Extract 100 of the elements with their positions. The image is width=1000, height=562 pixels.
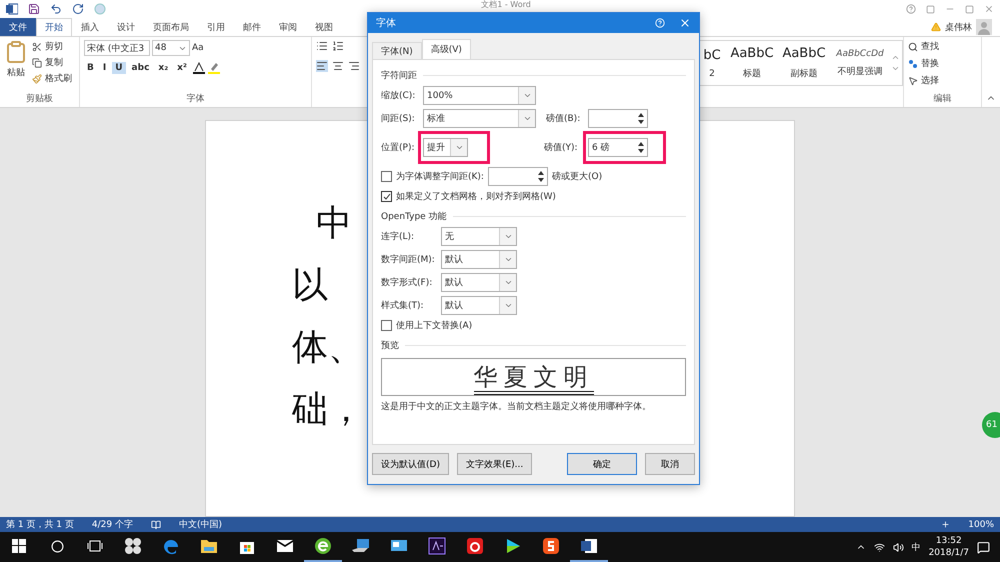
- position-select[interactable]: 提升: [423, 138, 468, 157]
- format-button[interactable]: x²: [174, 62, 190, 74]
- align-left-icon[interactable]: [316, 60, 328, 72]
- clock-date: 2018/1/7: [928, 547, 969, 559]
- monitor-icon[interactable]: [390, 538, 408, 554]
- save-icon[interactable]: [28, 3, 40, 15]
- style-name[interactable]: 副标题: [790, 67, 818, 80]
- format-button[interactable]: B: [84, 62, 97, 74]
- ribbon-display-icon[interactable]: [926, 4, 935, 14]
- format-painter-button[interactable]: 格式刷: [32, 72, 72, 85]
- checkbox[interactable]: [381, 171, 392, 182]
- kerning-field[interactable]: [488, 167, 548, 186]
- redo-icon[interactable]: [72, 3, 84, 15]
- dialog-button[interactable]: 文字效果(E)...: [456, 453, 532, 475]
- style-sample[interactable]: bC: [703, 48, 721, 62]
- start-icon[interactable]: [12, 539, 26, 553]
- dialog-tab[interactable]: 字体(N): [372, 42, 422, 59]
- ribbon-tab[interactable]: 设计: [108, 18, 144, 36]
- checkbox[interactable]: [381, 191, 392, 202]
- spacing-points-field[interactable]: [588, 109, 648, 128]
- zoom-in-icon[interactable]: [941, 520, 950, 529]
- spin-arrows-icon[interactable]: [536, 169, 545, 184]
- document-app-icon[interactable]: [580, 537, 598, 555]
- align-right-icon[interactable]: [348, 60, 360, 72]
- word-logo-icon[interactable]: [6, 3, 18, 15]
- proofing-icon[interactable]: [150, 520, 161, 530]
- style-sample[interactable]: AaBbC: [782, 46, 826, 61]
- envelope-icon[interactable]: [276, 539, 294, 553]
- volume-icon[interactable]: [892, 542, 904, 552]
- select-button[interactable]: 选择: [908, 74, 939, 87]
- spin-arrows-icon[interactable]: [637, 140, 645, 155]
- play-icon[interactable]: [504, 537, 522, 555]
- style-name[interactable]: 标题: [743, 67, 761, 80]
- spin-arrows-icon[interactable]: [637, 111, 645, 126]
- checkbox-label: 为字体调整字间距(K):: [396, 170, 484, 183]
- close-icon[interactable]: [984, 4, 994, 14]
- scale-select[interactable]: 100%: [423, 86, 536, 105]
- opentype-select[interactable]: 默认: [441, 250, 517, 269]
- browser-icon[interactable]: [314, 537, 332, 555]
- copy-button[interactable]: 复制: [32, 56, 72, 69]
- help-icon[interactable]: [906, 4, 916, 14]
- font-case-button[interactable]: Aa: [192, 43, 204, 53]
- format-button[interactable]: x₂: [155, 62, 172, 74]
- align-center-icon[interactable]: [332, 60, 344, 72]
- network-icon[interactable]: [874, 542, 885, 552]
- styles-gallery[interactable]: bC 2 AaBbC 标题 AaBbC 副标题 AaBbCcDd 不明显强调: [699, 40, 903, 86]
- font-name-field[interactable]: 宋体 (中文正3: [84, 40, 150, 56]
- music-app-icon[interactable]: [466, 537, 484, 555]
- ribbon-tab[interactable]: 审阅: [270, 18, 306, 36]
- format-button[interactable]: U: [112, 62, 126, 74]
- ribbon-tab[interactable]: 页面布局: [144, 18, 198, 36]
- format-button[interactable]: abc: [128, 62, 152, 74]
- style-sample[interactable]: AaBbCcDd: [836, 48, 884, 58]
- ribbon-tab[interactable]: 视图: [306, 18, 342, 36]
- undo-icon[interactable]: [50, 3, 62, 15]
- font-size-field[interactable]: 48: [152, 40, 190, 56]
- notifications-icon[interactable]: [977, 540, 990, 554]
- user-name[interactable]: 桌伟林: [945, 20, 972, 34]
- ribbon-tab[interactable]: 文件: [0, 18, 36, 36]
- cut-button[interactable]: 剪切: [32, 40, 72, 53]
- style-name[interactable]: 2: [709, 68, 715, 78]
- section-heading: 字符间距: [381, 70, 417, 82]
- ribbon-tab[interactable]: 引用: [198, 18, 234, 36]
- replace-button[interactable]: 替换: [908, 57, 939, 70]
- document-text: 以: [292, 264, 328, 308]
- search-icon[interactable]: [50, 540, 64, 552]
- opentype-select[interactable]: 默认: [441, 296, 517, 315]
- style-sample[interactable]: AaBbC: [730, 46, 774, 61]
- find-button[interactable]: 查找: [908, 40, 939, 53]
- document-text: 体、: [292, 326, 364, 370]
- opentype-select[interactable]: 无: [441, 227, 517, 246]
- scroll-up-icon[interactable]: [891, 53, 900, 62]
- zoom-level[interactable]: 100%: [968, 520, 994, 530]
- text-color-icon[interactable]: [192, 62, 205, 74]
- dialog-tab[interactable]: 高级(V): [422, 39, 471, 59]
- checkbox[interactable]: [381, 320, 392, 331]
- style-name[interactable]: 不明显强调: [838, 64, 882, 78]
- laptop-icon[interactable]: [351, 538, 371, 554]
- restore-icon[interactable]: [965, 4, 974, 14]
- input-method-app-icon[interactable]: [542, 537, 560, 555]
- ribbon-tab[interactable]: 邮件: [234, 18, 270, 36]
- format-button[interactable]: I: [100, 62, 110, 74]
- fan-icon[interactable]: [124, 537, 142, 555]
- opentype-select[interactable]: 默认: [441, 273, 517, 292]
- position-points-field[interactable]: 6 磅: [588, 138, 648, 157]
- task-view-icon[interactable]: [87, 540, 103, 552]
- input-method-indicator[interactable]: 中: [912, 540, 921, 554]
- dialog-button[interactable]: 设为默认值(D): [372, 453, 449, 475]
- close-icon[interactable]: [679, 17, 691, 29]
- copy-icon: [32, 58, 42, 68]
- ribbon-tab[interactable]: 开始: [36, 18, 72, 36]
- dialog-button[interactable]: 取消: [645, 453, 695, 475]
- paste-button[interactable]: 粘贴: [7, 66, 25, 79]
- folder-icon[interactable]: [200, 538, 218, 554]
- spacing-select[interactable]: 标准: [423, 109, 536, 128]
- dialog-button[interactable]: 确定: [567, 453, 637, 475]
- ribbon-tab[interactable]: 插入: [72, 18, 108, 36]
- scroll-down-icon[interactable]: [891, 64, 900, 73]
- editor-app-icon[interactable]: [428, 537, 446, 555]
- numbering-icon[interactable]: [332, 40, 344, 52]
